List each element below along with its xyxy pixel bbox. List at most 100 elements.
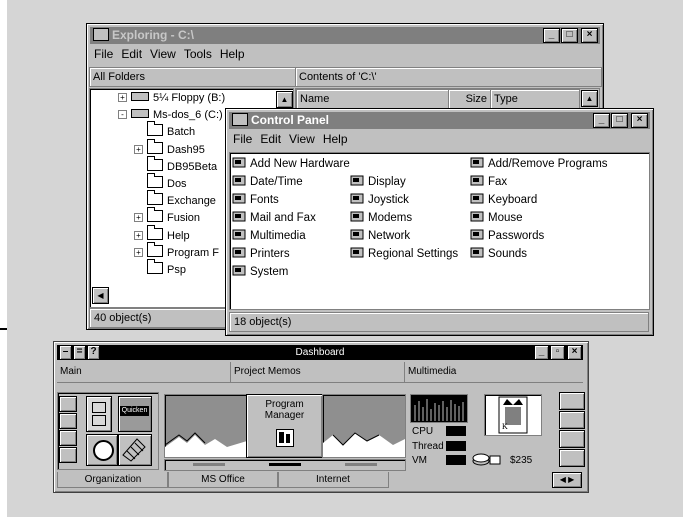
menu-file[interactable]: File	[94, 47, 113, 61]
tree-item[interactable]: - Ms-dos_6 (C:)	[118, 107, 223, 124]
control-panel-window[interactable]: Control Panel _ □ × File Edit View Help Add N…	[225, 108, 654, 336]
dash-close-button[interactable]: ×	[567, 345, 582, 360]
cp-maximize-button[interactable]: □	[611, 113, 628, 128]
tree-item[interactable]: + Fusion	[134, 207, 200, 227]
car-icon[interactable]	[559, 392, 585, 410]
clock-icon[interactable]	[86, 434, 118, 466]
cp-item[interactable]: Fax	[470, 173, 507, 191]
cp-menu-file[interactable]: File	[233, 132, 252, 146]
column-type[interactable]: Type	[490, 89, 580, 109]
wand-icon[interactable]	[559, 430, 585, 448]
control-panel-title-bar[interactable]: Control Panel _ □ ×	[229, 112, 650, 129]
expand-toggle[interactable]: +	[118, 93, 127, 102]
cp-item-label: Display	[368, 176, 406, 188]
menu-view[interactable]: View	[150, 47, 176, 61]
contents-scroll-up[interactable]: ▲	[581, 90, 598, 107]
minimize-button[interactable]: _	[543, 28, 560, 43]
cp-item[interactable]: Add New Hardware	[232, 155, 350, 173]
tree-item[interactable]: Dos	[134, 173, 187, 193]
cp-item[interactable]: Joystick	[350, 191, 409, 209]
scroll-tabs-arrows[interactable]: ◀ ▶	[552, 472, 582, 488]
calculator-icon[interactable]	[59, 396, 77, 412]
cp-minimize-button[interactable]: _	[593, 113, 610, 128]
expand-toggle[interactable]: +	[134, 247, 143, 257]
expand-toggle[interactable]: +	[134, 144, 143, 154]
tab-project-memos[interactable]: Project Memos	[231, 362, 405, 382]
cp-item[interactable]: System	[232, 263, 288, 281]
fax-icon	[470, 174, 485, 187]
tab-main[interactable]: Main	[57, 362, 231, 382]
runner-icon[interactable]	[559, 411, 585, 429]
tree-item-label: 5¼ Floppy (B:)	[153, 92, 226, 104]
cp-item[interactable]: Sounds	[470, 245, 527, 263]
scroll-left-button[interactable]: ◀	[92, 287, 109, 304]
column-size[interactable]: Size	[448, 89, 491, 109]
star-icon[interactable]	[559, 449, 585, 467]
tab-multimedia[interactable]: Multimedia	[405, 362, 580, 382]
tree-item[interactable]: Psp	[134, 259, 186, 279]
vm-meter	[446, 455, 466, 465]
cp-item[interactable]: Regional Settings	[350, 245, 458, 263]
scroll-up-button[interactable]: ▲	[276, 91, 293, 108]
column-name[interactable]: Name	[296, 89, 449, 109]
dashboard-title-bar[interactable]: – = ? Dashboard _ ▫ ×	[57, 345, 583, 360]
tree-item[interactable]: +5¼ Floppy (B:)	[118, 90, 225, 107]
all-folders-header: All Folders	[89, 67, 296, 87]
cp-menu-view[interactable]: View	[289, 132, 315, 146]
tab-organization[interactable]: Organization	[57, 472, 169, 488]
maximize-button[interactable]: □	[561, 28, 578, 43]
cp-menu-help[interactable]: Help	[323, 132, 348, 146]
expand-toggle[interactable]: +	[134, 213, 143, 223]
keys-icon	[470, 228, 485, 241]
cp-item[interactable]: Keyboard	[470, 191, 537, 209]
expand-toggle[interactable]: -	[118, 110, 127, 120]
tree-item[interactable]: + Dash95	[134, 138, 205, 159]
cp-close-button[interactable]: ×	[631, 113, 648, 128]
menu-tools[interactable]: Tools	[184, 47, 212, 61]
close-button[interactable]: ×	[581, 28, 598, 43]
cp-item[interactable]: Date/Time	[232, 173, 303, 191]
desktop-preview-left[interactable]	[164, 394, 248, 458]
pen-icon[interactable]	[59, 413, 77, 429]
tree-item[interactable]: Batch	[134, 121, 195, 141]
quicken-icon[interactable]: Quicken	[118, 396, 152, 432]
tree-item-label: Ms-dos_6 (C:)	[153, 109, 223, 122]
cp-item[interactable]: Modems	[350, 209, 412, 227]
cp-item[interactable]: Mouse	[470, 209, 523, 227]
cp-item[interactable]: Mail and Fax	[232, 209, 316, 227]
cp-item-label: Printers	[250, 248, 290, 260]
control-panel-icon	[232, 113, 248, 126]
cp-item[interactable]: Display	[350, 173, 406, 191]
file-cabinet-icon[interactable]	[86, 396, 112, 432]
dashboard-window[interactable]: – = ? Dashboard _ ▫ × Main Project Memos…	[53, 341, 589, 493]
cp-item[interactable]: Multimedia	[232, 227, 306, 245]
cp-items-pane[interactable]: Add New Hardware Add/Remove Programs Date/…	[229, 152, 650, 310]
cp-item[interactable]: Passwords	[470, 227, 544, 245]
explorer-title-bar[interactable]: Exploring - C:\ _ □ ×	[90, 27, 600, 44]
dash-restore-button[interactable]: ▫	[550, 345, 565, 360]
grid-icon[interactable]	[118, 434, 152, 466]
desktop-selector-bar[interactable]	[164, 459, 406, 471]
tree-item-label: Dos	[167, 178, 187, 190]
dash-minimize-button[interactable]: _	[534, 345, 549, 360]
king-card-icon[interactable]: K	[484, 394, 542, 436]
cp-item[interactable]: Printers	[232, 245, 290, 263]
explorer-icon	[93, 28, 109, 41]
cp-menu-edit[interactable]: Edit	[260, 132, 281, 146]
cp-item[interactable]: Fonts	[232, 191, 279, 209]
expand-toggle[interactable]: +	[134, 230, 143, 240]
cp-item-label: Regional Settings	[368, 248, 459, 260]
recycle-icon[interactable]	[59, 430, 77, 446]
program-manager-button[interactable]: Program Manager	[246, 394, 323, 458]
menu-help[interactable]: Help	[220, 47, 245, 61]
menu-edit[interactable]: Edit	[121, 47, 142, 61]
cp-item[interactable]: Add/Remove Programs	[470, 155, 608, 173]
tab-internet[interactable]: Internet	[277, 472, 389, 488]
notes-icon[interactable]	[59, 447, 77, 463]
desktop-preview-right[interactable]	[322, 394, 406, 458]
folder-icon	[147, 155, 163, 171]
tree-item[interactable]: + Help	[134, 224, 190, 245]
cp-item[interactable]: Network	[350, 227, 410, 245]
tab-ms-office[interactable]: MS Office	[167, 472, 279, 488]
coins-icon	[472, 452, 502, 466]
